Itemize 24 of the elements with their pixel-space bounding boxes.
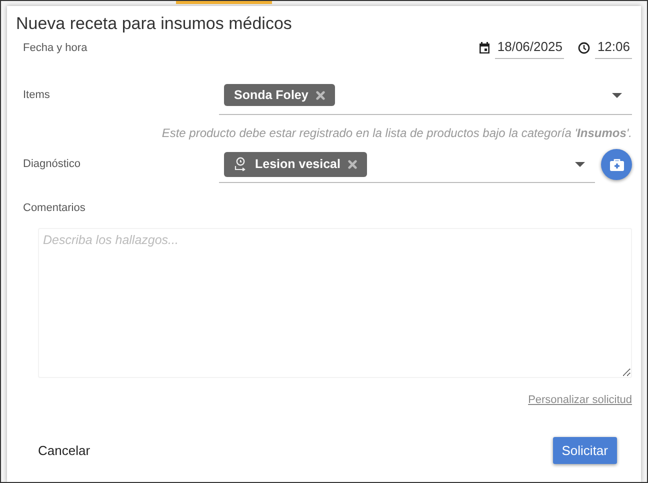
hint-text: Este producto debe estar registrado en la lista de productos bajo la categoría 'Insumos'.	[160, 124, 632, 142]
dropdown-caret-icon[interactable]	[612, 92, 622, 98]
field-label: Fecha y hora	[23, 41, 88, 56]
dialog-title: Nueva receta para insumos médicos	[16, 14, 293, 34]
medical-kit-icon	[610, 158, 624, 170]
field-label: Items	[23, 88, 51, 104]
items-select[interactable]: Sonda Foley	[219, 76, 632, 114]
add-diagnosis-button[interactable]	[601, 149, 632, 180]
clock-icon	[578, 42, 590, 54]
submit-button[interactable]: Solicitar	[552, 437, 617, 464]
field-label: Comentarios	[22, 200, 86, 216]
field-label: Diagnóstico	[23, 157, 82, 172]
remove-icon[interactable]	[316, 90, 326, 100]
cancel-button[interactable]: Cancelar	[28, 436, 100, 464]
calendar-icon	[479, 42, 490, 54]
diagnosis-chip: Lesion vesical	[224, 152, 368, 176]
time-field[interactable]: 12:06	[595, 37, 632, 58]
remove-icon[interactable]	[348, 160, 358, 168]
item-chip: Sonda Foley	[224, 84, 336, 106]
comments-field[interactable]: Describa los hallazgos...	[38, 228, 632, 378]
customize-link[interactable]: Personalizar solicitud	[528, 392, 632, 408]
dropdown-caret-icon[interactable]	[575, 162, 585, 166]
diagnosis-select[interactable]: Lesion vesical	[219, 146, 595, 182]
date-field[interactable]: 18/06/2025	[495, 37, 564, 58]
